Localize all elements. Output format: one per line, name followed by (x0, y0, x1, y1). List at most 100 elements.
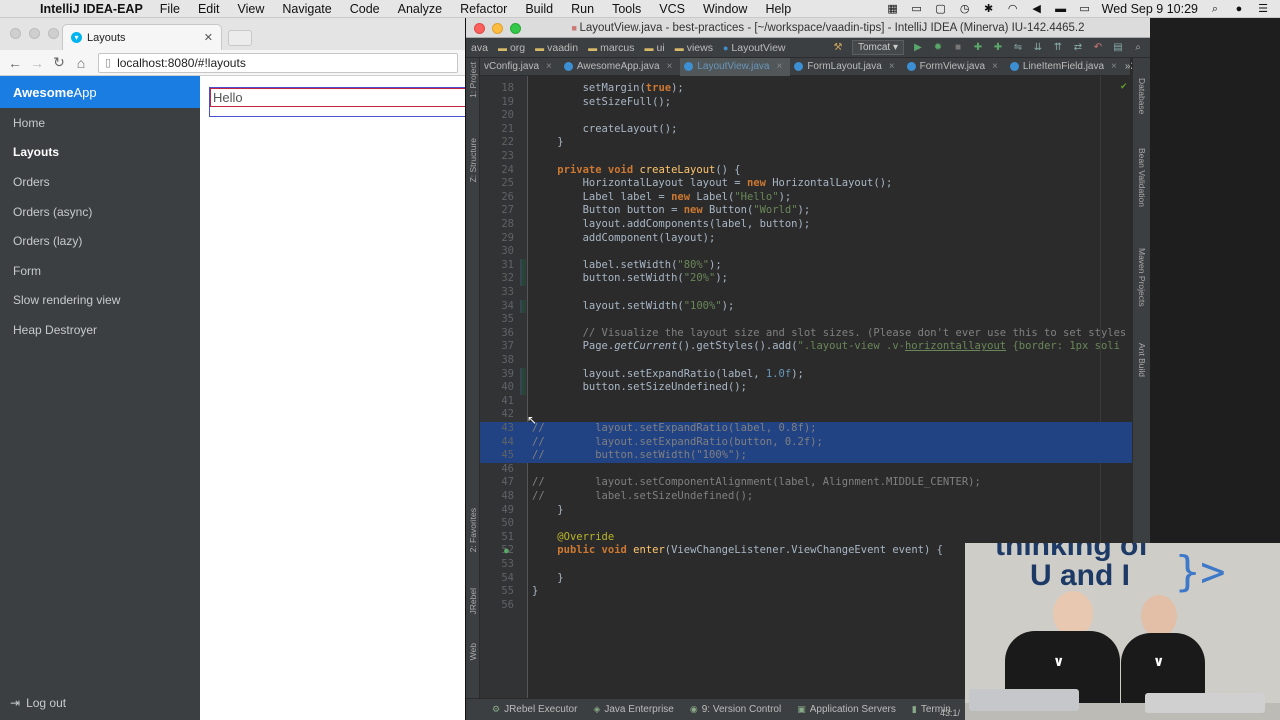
app-title[interactable]: Awesome App (0, 76, 200, 108)
tool-window-button[interactable]: ⚙ JRebel Executor (492, 704, 577, 715)
editor-tab[interactable]: LayoutView.java × (680, 57, 791, 76)
code-line[interactable]: 41 (480, 395, 1132, 409)
breadcrumb-item[interactable]: ▬ vaadin (530, 42, 583, 54)
code-line[interactable]: 40 button.setSizeUndefined(); (480, 381, 1132, 395)
jrebel-tool-window-button[interactable]: JRebel (468, 588, 478, 614)
menu-window[interactable]: Window (694, 2, 756, 16)
menu-vcs[interactable]: VCS (650, 2, 694, 16)
menu-code[interactable]: Code (341, 2, 389, 16)
editor-tab[interactable]: FormView.java × (903, 58, 1006, 76)
bean-validation-tool-window-button[interactable]: Bean Validation (1137, 148, 1147, 207)
vcs-commit-icon[interactable]: ⇊ (1032, 42, 1044, 53)
menu-analyze[interactable]: Analyze (389, 2, 451, 16)
code-line[interactable]: 37 Page.getCurrent().getStyles().add(".l… (480, 340, 1132, 354)
user-icon[interactable]: ● (1232, 3, 1246, 15)
grid-icon[interactable]: ▦ (886, 3, 900, 15)
override-gutter-icon[interactable]: ● (504, 544, 509, 558)
battery-icon[interactable]: ▭ (1078, 3, 1092, 15)
favorites-tool-window-button[interactable]: 2: Favorites (468, 508, 478, 552)
maven-projects-tool-window-button[interactable]: Maven Projects (1137, 248, 1147, 307)
code-line[interactable]: 19 setSizeFull(); (480, 96, 1132, 110)
code-line[interactable]: 25 HorizontalLayout layout = new Horizon… (480, 177, 1132, 191)
zoom-window-button[interactable] (48, 28, 59, 39)
flag-icon[interactable]: ▬ (1054, 3, 1068, 15)
code-line[interactable]: 34 layout.setWidth("100%"); (480, 299, 1132, 314)
time-machine-icon[interactable]: ◷ (958, 3, 972, 15)
nav-item-orders[interactable]: Orders (0, 167, 200, 197)
ide-zoom-button[interactable] (510, 23, 521, 34)
search-icon[interactable]: ⌕ (1208, 3, 1222, 15)
nav-item-home[interactable]: Home (0, 108, 200, 138)
tool-window-button[interactable]: ◉ 9: Version Control (690, 704, 781, 715)
nav-item-slow-rendering-view[interactable]: Slow rendering view (0, 286, 200, 316)
code-line[interactable]: 32 button.setWidth("20%"); (480, 272, 1132, 286)
code-line[interactable]: 29 addComponent(layout); (480, 232, 1132, 246)
window-icon[interactable]: ▭ (910, 3, 924, 15)
code-line[interactable]: 35 (480, 313, 1132, 327)
web-tool-window-button[interactable]: Web (468, 643, 478, 660)
vcs-update-icon[interactable]: ⇋ (1012, 42, 1024, 53)
project-tool-window-button[interactable]: 1: Project (468, 62, 478, 98)
menu-file[interactable]: File (151, 2, 189, 16)
code-line[interactable]: 22 } (480, 136, 1132, 150)
code-line[interactable]: 48 // label.setSizeUndefined(); (480, 490, 1132, 504)
forward-icon[interactable]: → (26, 55, 48, 71)
bluetooth-icon[interactable]: ✱ (982, 3, 996, 15)
close-tab-icon[interactable]: × (1111, 61, 1117, 72)
tool-window-button[interactable]: ▣ Application Servers (797, 704, 896, 715)
jrebel-debug-icon[interactable]: ✚ (992, 42, 1004, 53)
stop-icon[interactable]: ■ (952, 42, 964, 53)
wifi-icon[interactable]: ◠ (1006, 3, 1020, 15)
code-line[interactable]: 39 layout.setExpandRatio(label, 1.0f); (480, 367, 1132, 382)
code-line[interactable]: 36 // Visualize the layout size and slot… (480, 327, 1132, 341)
close-tab-icon[interactable]: ✕ (204, 31, 213, 44)
caret-position[interactable]: 43:1/ (940, 708, 960, 718)
editor-tab[interactable]: AwesomeApp.java × (560, 58, 681, 76)
close-tab-icon[interactable]: × (546, 61, 552, 72)
vcs-compare-icon[interactable]: ⇄ (1072, 42, 1084, 53)
menu-tools[interactable]: Tools (603, 2, 650, 16)
code-line[interactable]: 23 (480, 150, 1132, 164)
vcs-change-marker[interactable] (520, 258, 526, 273)
display-icon[interactable]: ▢ (934, 3, 948, 15)
debug-icon[interactable]: ✹ (932, 42, 944, 53)
nav-item-orders-lazy[interactable]: Orders (lazy) (0, 226, 200, 256)
menu-run[interactable]: Run (562, 2, 603, 16)
breadcrumb-item[interactable]: ava (466, 42, 493, 54)
code-line[interactable]: 43 // layout.setExpandRatio(label, 0.8f); (480, 422, 1132, 436)
code-line[interactable]: 45 // button.setWidth("100%"); (480, 449, 1132, 463)
new-tab-button[interactable] (228, 30, 252, 46)
tool-window-button[interactable]: ◈ Java Enterprise (593, 704, 673, 715)
vcs-push-icon[interactable]: ⇈ (1052, 42, 1064, 53)
jrebel-run-icon[interactable]: ✚ (972, 42, 984, 53)
url-bar[interactable]: ▯ localhost:8080/#!layouts (98, 52, 458, 73)
menu-edit[interactable]: Edit (189, 2, 229, 16)
vcs-change-marker[interactable] (520, 381, 526, 395)
code-line[interactable]: 30 (480, 245, 1132, 259)
code-line[interactable]: 46 (480, 463, 1132, 477)
code-line[interactable]: 44 // layout.setExpandRatio(button, 0.2f)… (480, 435, 1132, 450)
breadcrumb-item[interactable]: ▬ org (493, 42, 530, 54)
code-line[interactable]: 47 // layout.setComponentAlignment(label,… (480, 476, 1132, 490)
breadcrumb-item[interactable]: ▬ marcus (583, 42, 639, 54)
menu-refactor[interactable]: Refactor (451, 2, 516, 16)
editor-tab[interactable]: vConfig.java × (480, 58, 560, 76)
vcs-change-marker[interactable] (520, 367, 526, 382)
code-line[interactable]: 42 (480, 408, 1132, 422)
code-line[interactable]: 38 (480, 354, 1132, 368)
close-tab-icon[interactable]: × (667, 61, 673, 72)
close-tab-icon[interactable]: × (776, 61, 782, 72)
logout-link[interactable]: ⇥ Log out (10, 696, 66, 710)
structure-tool-window-button[interactable]: Z: Structure (468, 138, 478, 182)
home-icon[interactable]: ⌂ (70, 55, 92, 71)
breadcrumb-item[interactable]: ▬ views (670, 42, 718, 54)
structure-icon[interactable]: ▤ (1112, 42, 1124, 53)
code-line[interactable]: 24 private void createLayout() { (480, 164, 1132, 178)
breadcrumb-item[interactable]: ▬ ui (640, 42, 670, 54)
volume-icon[interactable]: ◀ (1030, 3, 1044, 15)
app-menu-name[interactable]: IntelliJ IDEA-EAP (40, 2, 143, 16)
menu-build[interactable]: Build (516, 2, 562, 16)
code-line[interactable]: 20 (480, 109, 1132, 123)
code-line[interactable]: 26 Label label = new Label("Hello"); (480, 191, 1132, 205)
minimize-window-button[interactable] (29, 28, 40, 39)
